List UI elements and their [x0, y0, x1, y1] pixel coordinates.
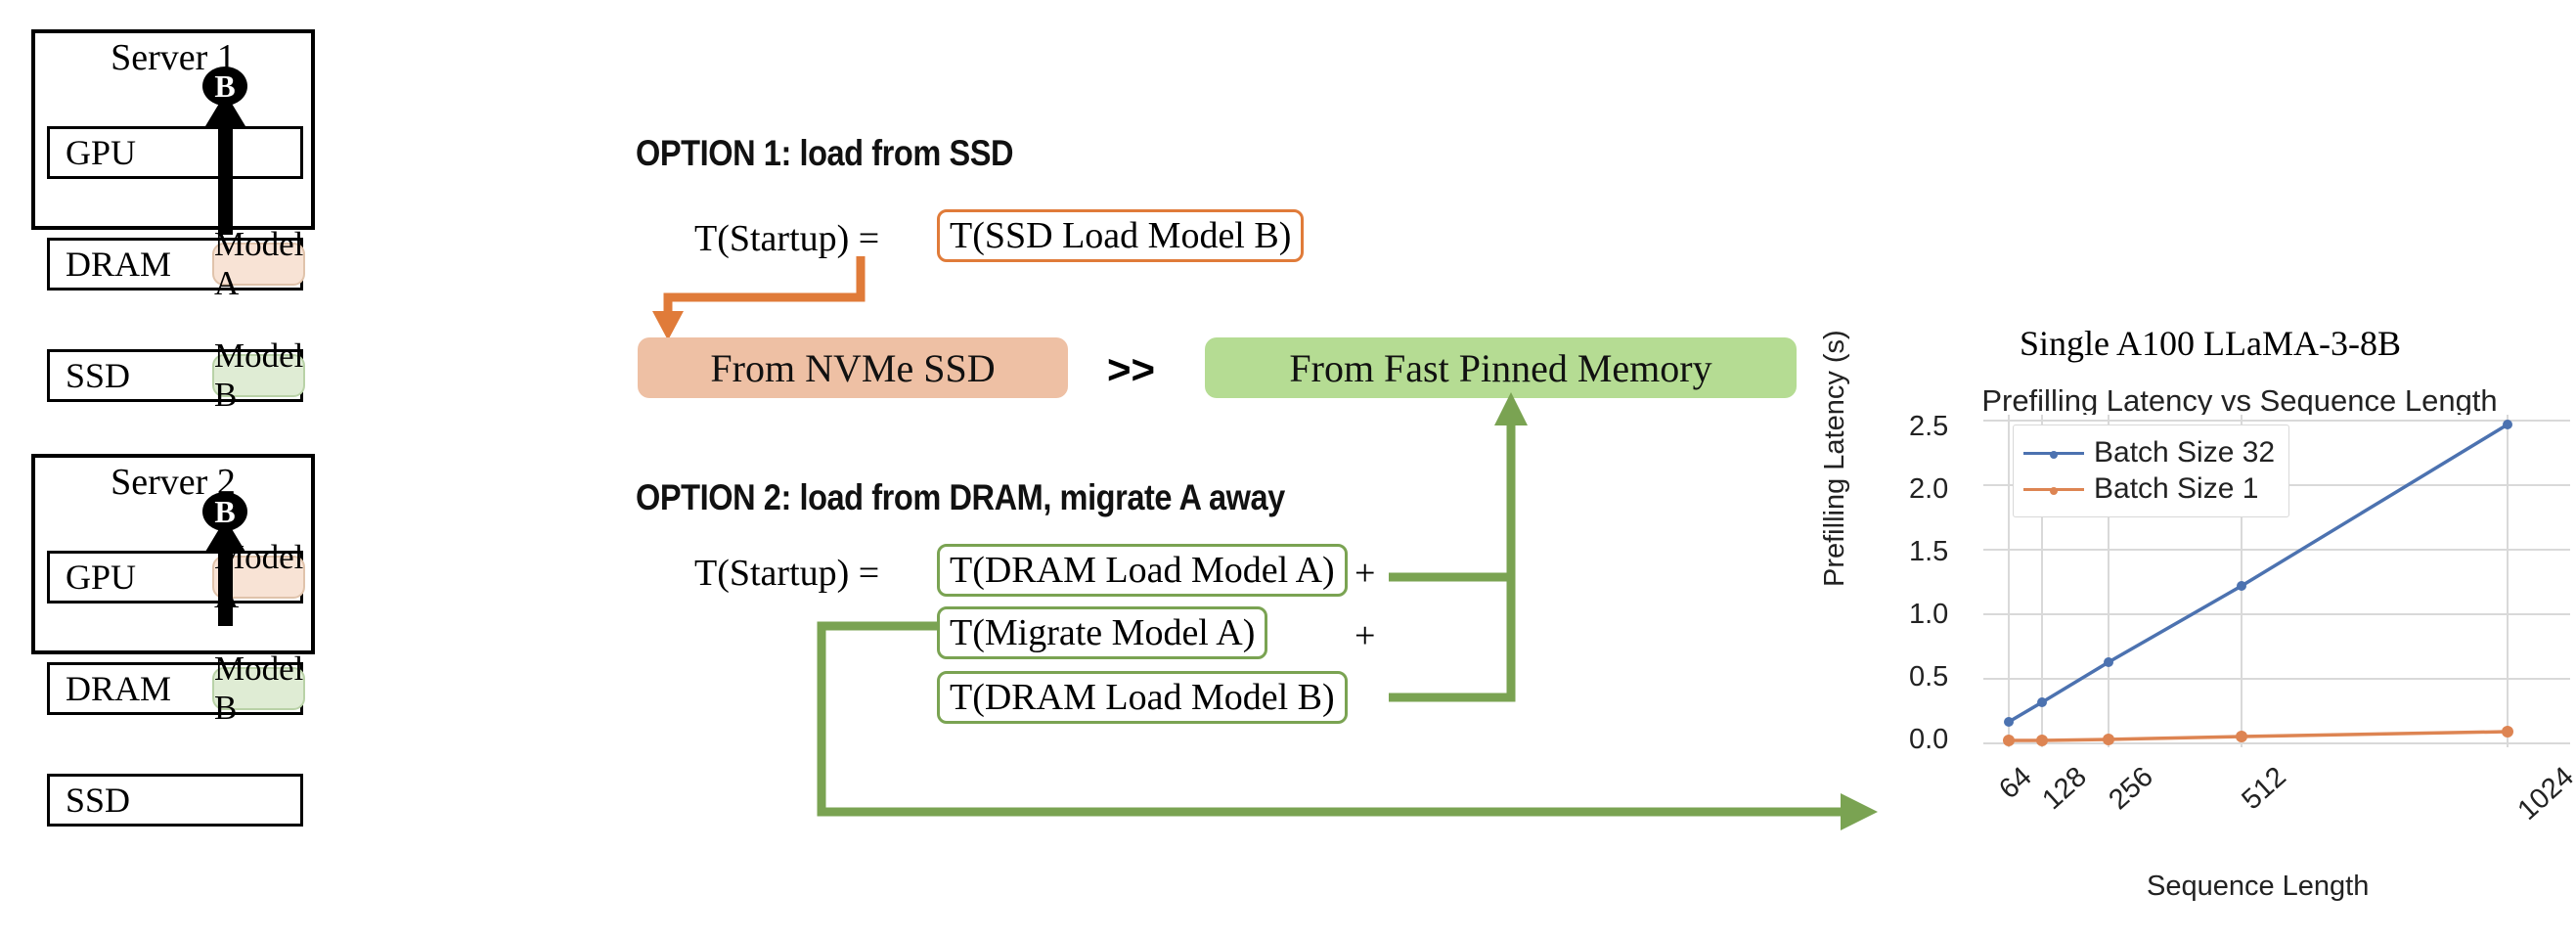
option-1-formula-boxed: T(SSD Load Model B) [937, 209, 1305, 262]
chart-ytick-1: 2.0 [1909, 473, 1949, 505]
chart-suptitle: Single A100 LLaMA-3-8B [2020, 324, 2401, 363]
chart-legend: Batch Size 32 Batch Size 1 [2013, 425, 2290, 517]
chart-ytick-5: 0.0 [1909, 724, 1949, 755]
tier-label-dram: DRAM [66, 245, 172, 284]
chart-ytick-2: 1.5 [1909, 536, 1949, 567]
chart-xtick-256: 256 [2103, 761, 2159, 817]
server-1-tier-gpu: GPU [47, 126, 303, 179]
chart-xtick-1024: 1024 [2511, 761, 2576, 827]
option-2-heading: OPTION 2: load from DRAM, migrate A away [636, 477, 1285, 517]
chip-model-a: Model A [212, 225, 306, 302]
server-2-title: Server 2 [111, 462, 236, 503]
chart-ytick-3: 1.0 [1909, 599, 1949, 630]
legend-line-icon [2023, 486, 2084, 495]
option-1-compare-left: From NVMe SSD [638, 337, 1068, 398]
chart-ytick-0: 2.5 [1909, 411, 1949, 442]
chart-xtick-64: 64 [1993, 761, 2038, 806]
legend-label: Batch Size 1 [2094, 472, 2259, 505]
tier-label-gpu: GPU [66, 133, 137, 172]
chip-model-b: Model B [212, 649, 306, 727]
chart-ytick-4: 0.5 [1909, 661, 1949, 693]
option-1-formula-lhs: T(Startup) = [694, 218, 880, 259]
tier-label-ssd: SSD [66, 356, 131, 395]
server-2-tier-dram: DRAM Model B [47, 649, 306, 727]
server-1-tier-ssd: SSD Model B [47, 336, 306, 414]
server-1-title: Server 1 [111, 37, 236, 78]
option-2-term-1: T(DRAM Load Model A) [937, 544, 1348, 597]
legend-line-icon [2023, 450, 2084, 459]
server-1-badge-b: B [202, 67, 247, 106]
chart-xtick-512: 512 [2236, 761, 2292, 817]
option-2-connector-up-arrow-icon [1389, 392, 1528, 582]
chip-model-b: Model B [212, 336, 306, 414]
server-2-load-arrow-icon [205, 518, 245, 626]
option-2-formula-lhs: T(Startup) = [694, 553, 880, 594]
server-2-badge-b: B [202, 492, 247, 531]
chart-xlabel: Sequence Length [2147, 871, 2370, 902]
server-1-box: Server 1 GPU DRAM Model A SSD Model B [31, 29, 315, 414]
chart-ylabel: Prefilling Latency (s) [1819, 330, 1850, 587]
server-2-tier-ssd: SSD [47, 774, 303, 827]
server-1-tier-dram: DRAM Model A [47, 225, 306, 302]
option-1-connector-arrow-icon [652, 256, 866, 340]
option-1-heading: OPTION 1: load from SSD [636, 133, 1014, 173]
tier-label-gpu: GPU [66, 558, 137, 597]
legend-item-batch-1: Batch Size 1 [2023, 472, 2275, 506]
tier-label-dram: DRAM [66, 669, 172, 708]
legend-item-batch-32: Batch Size 32 [2023, 436, 2275, 470]
option-2-connector-to-chart-arrow-icon [817, 621, 1878, 830]
chart-xtick-128: 128 [2036, 761, 2093, 817]
server-2-tier-gpu: GPU Model A [47, 538, 306, 615]
server-2-box: Server 2 GPU Model A DRAM Model B SSD [31, 454, 315, 827]
server-1-load-arrow-icon [205, 93, 245, 235]
legend-label: Batch Size 32 [2094, 436, 2276, 469]
tier-label-ssd: SSD [66, 781, 131, 820]
option-1-compare-operator: >> [1107, 346, 1156, 392]
chart-title: Prefilling Latency vs Sequence Length [1981, 383, 2498, 418]
